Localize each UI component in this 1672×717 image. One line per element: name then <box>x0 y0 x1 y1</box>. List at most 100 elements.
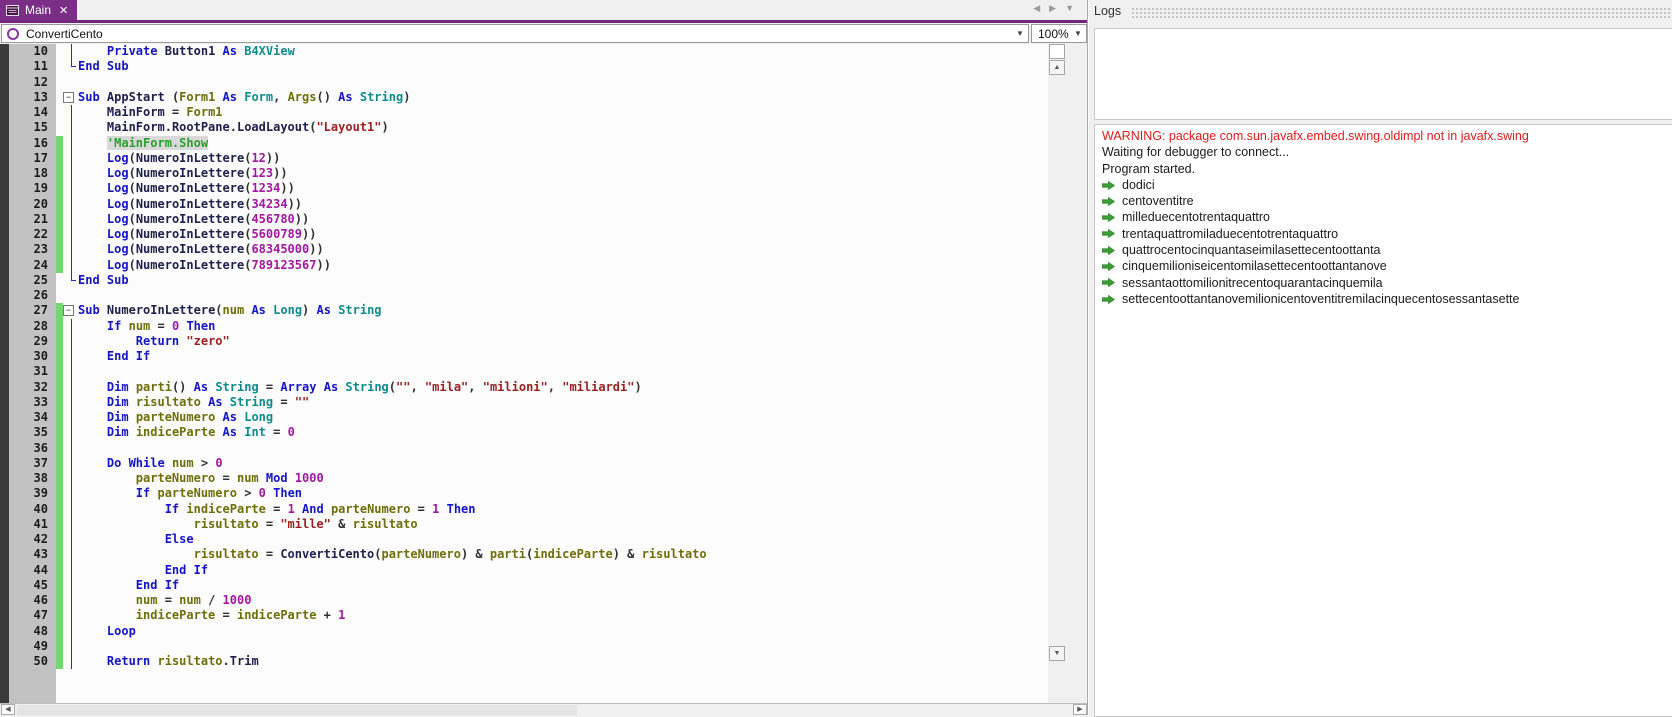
logs-filter-box[interactable] <box>1094 28 1672 120</box>
log-arrow-icon <box>1102 262 1115 272</box>
change-bar <box>56 181 63 197</box>
code-line[interactable]: 48 Loop <box>0 623 1048 639</box>
code-line[interactable]: 41 risultato = "mille" & risultato <box>0 516 1048 532</box>
code-line[interactable]: 15 MainForm.RootPane.LoadLayout("Layout1… <box>0 120 1048 136</box>
breakpoint-margin <box>0 562 9 578</box>
code-line[interactable]: 28 If num = 0 Then <box>0 318 1048 334</box>
zoom-selector[interactable]: 100% ▼ <box>1031 24 1087 43</box>
scrollbar-thumb[interactable] <box>17 705 577 715</box>
code-line[interactable]: 46 num = num / 1000 <box>0 593 1048 609</box>
code-line[interactable]: 21 Log(NumeroInLettere(456780)) <box>0 211 1048 227</box>
line-number: 41 <box>9 516 56 532</box>
log-text: quattrocentocinquantaseimilasettecentoot… <box>1122 243 1381 258</box>
fold-margin <box>63 425 78 441</box>
code-line[interactable]: 27Sub NumeroInLettere(num As Long) As St… <box>0 303 1048 319</box>
code-line[interactable]: 12 <box>0 74 1048 90</box>
change-bar <box>56 150 63 166</box>
scroll-up-icon[interactable]: ▲ <box>1049 60 1065 75</box>
line-number: 22 <box>9 227 56 243</box>
code-editor[interactable]: 10 Private Button1 As B4XView 11 End Sub 12… <box>0 44 1048 703</box>
code-line[interactable]: 49 <box>0 638 1048 654</box>
breakpoint-margin <box>0 288 9 304</box>
editor-horizontal-scrollbar[interactable]: ◀ ▶ <box>0 703 1088 715</box>
change-bar <box>56 547 63 563</box>
line-number: 42 <box>9 532 56 548</box>
chevron-down-icon[interactable]: ▼ <box>1012 29 1028 38</box>
code-line[interactable]: 18 Log(NumeroInLettere(123)) <box>0 166 1048 182</box>
line-number: 28 <box>9 318 56 334</box>
code-line[interactable]: 23 Log(NumeroInLettere(68345000)) <box>0 242 1048 258</box>
code-line[interactable]: 14 MainForm = Form1 <box>0 105 1048 121</box>
log-arrow-icon <box>1102 180 1115 190</box>
code-line[interactable]: 45 End If <box>0 577 1048 593</box>
code-line[interactable]: 26 <box>0 288 1048 304</box>
code-line[interactable]: 11 End Sub <box>0 59 1048 75</box>
breakpoint-margin <box>0 59 9 75</box>
code-line[interactable]: 13Sub AppStart (Form1 As Form, Args() As… <box>0 89 1048 105</box>
code-line[interactable]: 42 Else <box>0 532 1048 548</box>
tab-main[interactable]: Main ✕ <box>0 0 78 20</box>
nav-back-icon[interactable]: ◀ <box>1033 3 1040 14</box>
breakpoint-margin <box>0 471 9 487</box>
code-line[interactable]: 47 indiceParte = indiceParte + 1 <box>0 608 1048 624</box>
fold-margin <box>63 593 78 609</box>
logs-header[interactable]: Logs <box>1089 0 1672 22</box>
code-line[interactable]: 39 If parteNumero > 0 Then <box>0 486 1048 502</box>
code-line[interactable]: 34 Dim parteNumero As Long <box>0 410 1048 426</box>
change-bar <box>56 364 63 380</box>
module-selector[interactable]: ConvertiCento ▼ <box>1 24 1029 43</box>
fold-margin <box>63 90 78 105</box>
scroll-left-icon[interactable]: ◀ <box>1 704 15 715</box>
fold-margin <box>63 272 78 288</box>
logs-drag-handle-dots <box>1131 7 1672 18</box>
breakpoint-margin <box>0 303 9 319</box>
breakpoint-margin <box>0 333 9 349</box>
code-line[interactable]: 38 parteNumero = num Mod 1000 <box>0 471 1048 487</box>
scrollbar-thumb[interactable] <box>1049 44 1065 59</box>
breakpoint-margin <box>0 135 9 151</box>
line-number: 39 <box>9 486 56 502</box>
code-line[interactable]: 32 Dim parti() As String = Array As Stri… <box>0 379 1048 395</box>
code-line[interactable]: 20 Log(NumeroInLettere(34234)) <box>0 196 1048 212</box>
log-arrow-icon <box>1102 213 1115 223</box>
code-line[interactable]: 25 End Sub <box>0 272 1048 288</box>
fold-minus-icon[interactable] <box>63 91 74 103</box>
code-line[interactable]: 40 If indiceParte = 1 And parteNumero = … <box>0 501 1048 517</box>
fold-margin <box>63 196 78 212</box>
fold-margin <box>63 623 78 639</box>
scroll-right-icon[interactable]: ▶ <box>1073 704 1087 715</box>
line-number: 35 <box>9 425 56 441</box>
log-arrow-icon <box>1102 278 1115 288</box>
code-line[interactable]: 43 risultato = ConvertiCento(parteNumero… <box>0 547 1048 563</box>
tab-close-icon[interactable]: ✕ <box>59 4 68 17</box>
editor-vertical-scrollbar[interactable]: ▲ ▼ <box>1048 44 1066 703</box>
code-line[interactable]: 37 Do While num > 0 <box>0 455 1048 471</box>
code-line[interactable]: 22 Log(NumeroInLettere(5600789)) <box>0 227 1048 243</box>
code-line[interactable]: 29 Return "zero" <box>0 333 1048 349</box>
code-line[interactable]: 36 <box>0 440 1048 456</box>
scroll-down-icon[interactable]: ▼ <box>1049 646 1065 661</box>
logs-output-box[interactable]: WARNING: package com.sun.javafx.embed.sw… <box>1094 124 1672 717</box>
code-line[interactable]: 17 Log(NumeroInLettere(12)) <box>0 150 1048 166</box>
fold-minus-icon[interactable] <box>63 305 74 317</box>
code-line[interactable]: 16 'MainForm.Show <box>0 135 1048 151</box>
change-bar <box>56 166 63 182</box>
code-line[interactable]: 19 Log(NumeroInLettere(1234)) <box>0 181 1048 197</box>
code-line[interactable]: 44 End If <box>0 562 1048 578</box>
code-line[interactable]: 50 Return risultato.Trim <box>0 654 1048 670</box>
change-bar-empty <box>56 90 63 105</box>
fold-margin <box>63 394 78 410</box>
fold-margin <box>63 379 78 395</box>
code-line[interactable]: 33 Dim risultato As String = "" <box>0 394 1048 410</box>
nav-more-icon[interactable]: ▼ <box>1065 3 1074 14</box>
code-line[interactable]: 30 End If <box>0 349 1048 365</box>
chevron-down-icon[interactable]: ▼ <box>1070 29 1086 38</box>
code-line[interactable]: 35 Dim indiceParte As Int = 0 <box>0 425 1048 441</box>
breakpoint-margin <box>0 501 9 517</box>
code-line[interactable]: 24 Log(NumeroInLettere(789123567)) <box>0 257 1048 273</box>
fold-margin <box>63 135 78 151</box>
code-line[interactable]: 10 Private Button1 As B4XView <box>0 44 1048 60</box>
code-line[interactable]: 31 <box>0 364 1048 380</box>
change-bar <box>56 516 63 532</box>
nav-forward-icon[interactable]: ▶ <box>1049 3 1056 14</box>
